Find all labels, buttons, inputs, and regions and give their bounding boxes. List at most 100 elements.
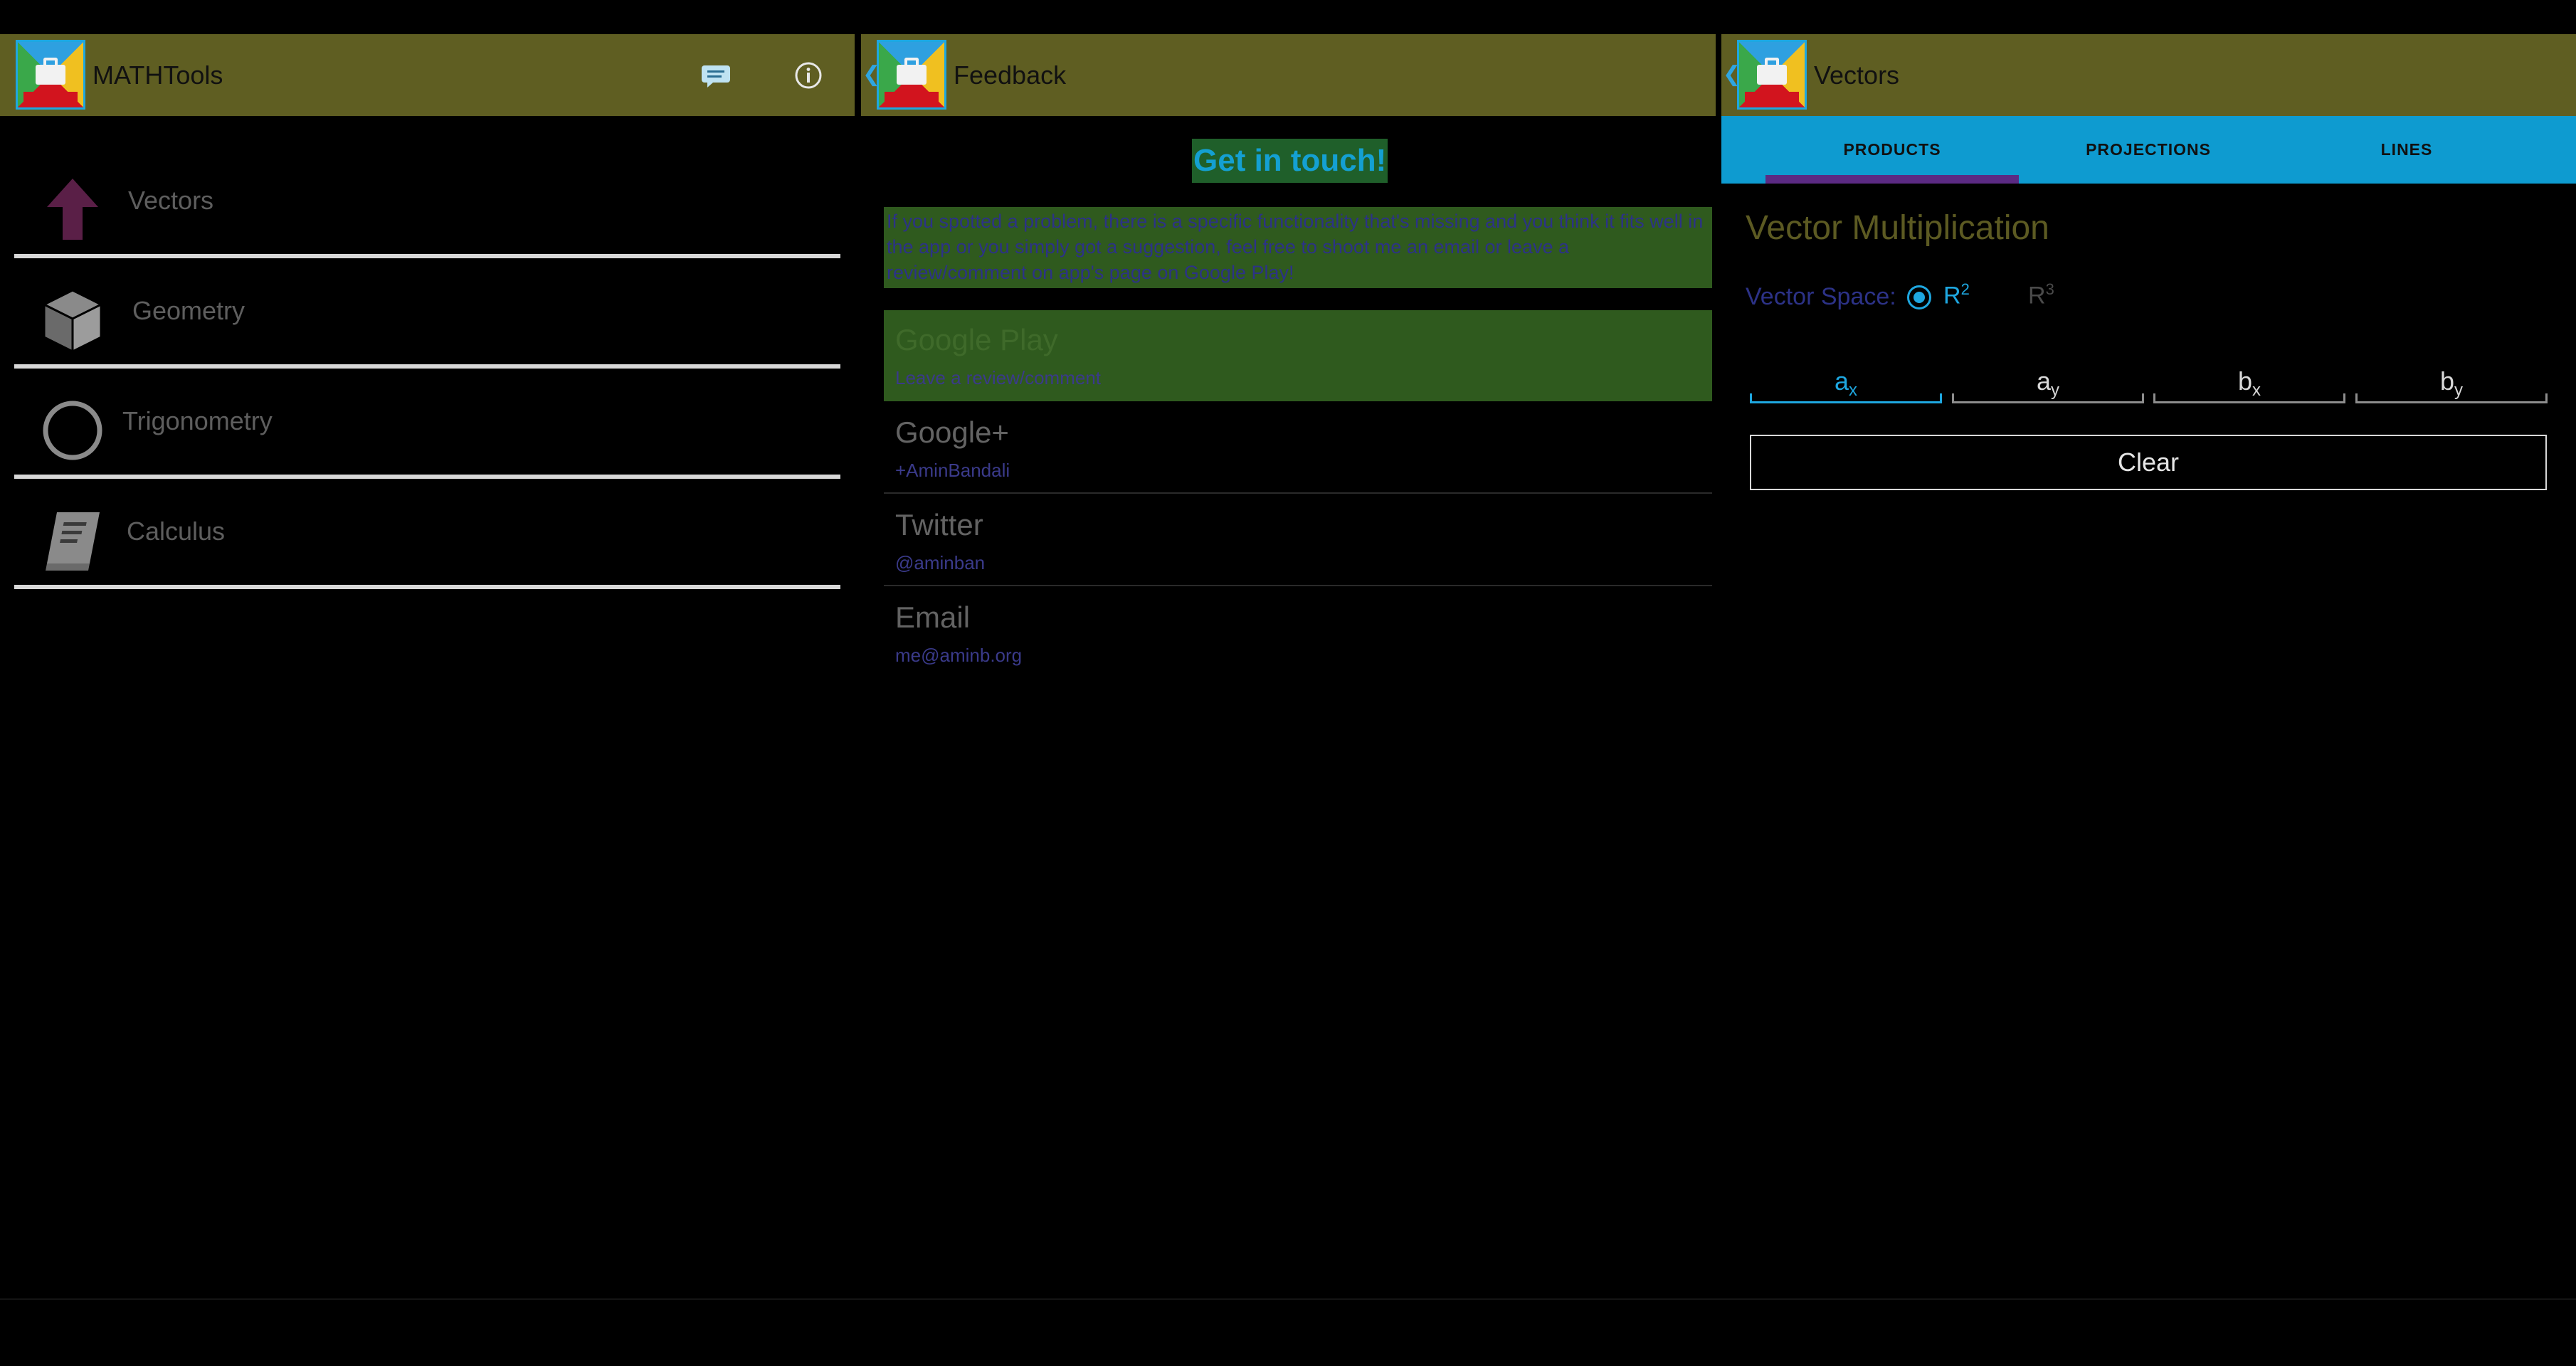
list-separator bbox=[884, 585, 1712, 586]
feedback-row-subtitle: Leave a review/comment bbox=[895, 367, 1102, 388]
radio-exponent: 2 bbox=[1960, 280, 1970, 298]
placeholder-sub: x bbox=[1849, 381, 1858, 401]
list-separator bbox=[884, 492, 1712, 494]
tab-lines[interactable]: LINES bbox=[2279, 116, 2535, 184]
feedback-row-subtitle: +AminBandali bbox=[895, 460, 1010, 481]
radio-base: R bbox=[2028, 282, 2046, 309]
input-placeholder: ay bbox=[1952, 366, 2144, 401]
placeholder-sub: y bbox=[2454, 381, 2464, 401]
input-underline bbox=[2355, 401, 2548, 403]
placeholder-base: b bbox=[2439, 366, 2455, 396]
chat-bubble-icon[interactable] bbox=[699, 58, 733, 92]
input-underline bbox=[1952, 401, 2144, 403]
placeholder-sub: x bbox=[2252, 381, 2261, 401]
tab-selected-indicator bbox=[1765, 175, 2019, 184]
list-divider bbox=[14, 254, 840, 258]
input-edge bbox=[1750, 393, 1752, 403]
vectors-panel: ❮ Vectors PRODUCTS PROJECTIONS LINES Vec… bbox=[1721, 34, 2576, 1298]
input-edge bbox=[2355, 393, 2358, 403]
placeholder-base: a bbox=[1834, 366, 1849, 396]
list-divider bbox=[14, 585, 840, 589]
radio-r3-label[interactable]: R3 bbox=[2028, 280, 2054, 309]
app-icon[interactable] bbox=[877, 40, 946, 110]
briefcase-icon bbox=[1757, 65, 1787, 85]
feedback-title: Feedback bbox=[954, 60, 1067, 90]
radio-exponent: 3 bbox=[2045, 280, 2054, 298]
input-placeholder: ax bbox=[1750, 366, 1942, 401]
circle-icon bbox=[38, 396, 107, 465]
home-action-bar: MATHTools bbox=[0, 34, 855, 116]
vectors-tab-bar: PRODUCTS PROJECTIONS LINES bbox=[1721, 116, 2576, 184]
home-item-vectors[interactable]: Vectors bbox=[14, 150, 840, 258]
screen-root: MATHTools Vectors Geometry Trigonometry … bbox=[0, 0, 2576, 1366]
input-edge bbox=[2343, 393, 2345, 403]
home-title: MATHTools bbox=[93, 60, 223, 90]
cube-icon bbox=[38, 286, 107, 354]
feedback-row-google-play[interactable]: Google Play Leave a review/comment bbox=[884, 310, 1712, 401]
input-ay[interactable]: ay bbox=[1952, 365, 2144, 403]
briefcase-icon bbox=[897, 65, 927, 85]
home-item-trigonometry[interactable]: Trigonometry bbox=[14, 371, 840, 479]
input-underline bbox=[2153, 401, 2345, 403]
input-edge bbox=[2142, 393, 2144, 403]
vectors-action-bar: ❮ Vectors bbox=[1721, 34, 2576, 116]
radio-r2-label[interactable]: R2 bbox=[1943, 280, 1970, 309]
app-icon-base bbox=[1745, 92, 1799, 105]
feedback-action-bar: ❮ Feedback bbox=[861, 34, 1716, 116]
input-ax[interactable]: ax bbox=[1750, 365, 1942, 403]
feedback-row-google-plus[interactable]: Google+ +AminBandali bbox=[884, 403, 1712, 494]
home-item-label: Calculus bbox=[127, 517, 226, 546]
input-edge bbox=[2153, 393, 2155, 403]
input-edge bbox=[1940, 393, 1942, 403]
input-bx[interactable]: bx bbox=[2153, 365, 2345, 403]
vectors-title: Vectors bbox=[1814, 60, 1900, 90]
placeholder-sub: y bbox=[2051, 381, 2060, 401]
feedback-row-title: Google+ bbox=[895, 415, 1009, 449]
tab-label: LINES bbox=[2380, 140, 2433, 159]
app-icon[interactable] bbox=[16, 40, 85, 110]
feedback-row-subtitle: me@aminb.org bbox=[895, 645, 1023, 666]
placeholder-base: a bbox=[2036, 366, 2052, 396]
list-divider bbox=[14, 475, 840, 479]
list-divider bbox=[14, 364, 840, 369]
home-item-label: Trigonometry bbox=[122, 406, 273, 435]
feedback-panel: ❮ Feedback Get in touch! If you spotted … bbox=[861, 34, 1716, 1298]
placeholder-base: b bbox=[2237, 366, 2253, 396]
feedback-row-title: Twitter bbox=[895, 508, 983, 541]
tab-label: PRODUCTS bbox=[1843, 140, 1941, 159]
feedback-heading: Get in touch! bbox=[1192, 139, 1388, 183]
input-by[interactable]: by bbox=[2355, 365, 2548, 403]
home-item-calculus[interactable]: Calculus bbox=[14, 481, 840, 589]
feedback-intro: If you spotted a problem, there is a spe… bbox=[884, 207, 1712, 288]
vector-space-label: Vector Space: bbox=[1746, 283, 1896, 310]
radio-r2[interactable] bbox=[1907, 285, 1931, 309]
up-arrow-icon bbox=[38, 176, 107, 244]
input-underline bbox=[1750, 401, 1942, 403]
feedback-row-title: Google Play bbox=[895, 323, 1058, 356]
input-placeholder: by bbox=[2355, 366, 2548, 401]
app-icon-base bbox=[885, 92, 939, 105]
home-item-label: Geometry bbox=[132, 296, 246, 325]
back-chevron-icon[interactable]: ❮ bbox=[862, 63, 880, 87]
info-icon[interactable] bbox=[791, 58, 825, 92]
home-item-geometry[interactable]: Geometry bbox=[14, 260, 840, 369]
tab-products[interactable]: PRODUCTS bbox=[1764, 116, 2020, 184]
feedback-row-twitter[interactable]: Twitter @aminban bbox=[884, 495, 1712, 586]
home-item-label: Vectors bbox=[128, 186, 214, 215]
navigation-bar-divider bbox=[0, 1298, 2576, 1300]
book-icon bbox=[38, 507, 107, 575]
input-edge bbox=[1952, 393, 1954, 403]
section-title: Vector Multiplication bbox=[1746, 209, 2049, 247]
input-edge bbox=[2545, 393, 2548, 403]
clear-button[interactable]: Clear bbox=[1750, 435, 2547, 490]
feedback-row-title: Email bbox=[895, 600, 971, 634]
app-icon-base bbox=[23, 92, 78, 105]
home-panel: MATHTools Vectors Geometry Trigonometry … bbox=[0, 34, 855, 1298]
briefcase-icon bbox=[36, 65, 65, 85]
back-chevron-icon[interactable]: ❮ bbox=[1723, 63, 1741, 87]
input-placeholder: bx bbox=[2153, 366, 2345, 401]
feedback-row-email[interactable]: Email me@aminb.org bbox=[884, 588, 1712, 679]
tab-projections[interactable]: PROJECTIONS bbox=[2020, 116, 2276, 184]
radio-base: R bbox=[1943, 282, 1961, 309]
app-icon[interactable] bbox=[1737, 40, 1807, 110]
